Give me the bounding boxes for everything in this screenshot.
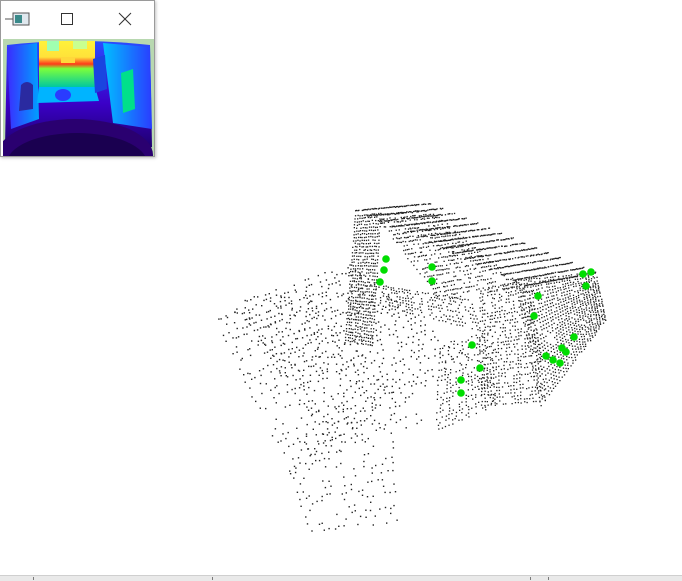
- floor-points: [218, 264, 468, 532]
- keypoint-marker: [542, 352, 550, 360]
- keypoint-marker: [530, 312, 538, 320]
- depth-image-window[interactable]: [0, 0, 155, 157]
- keypoint-marker: [476, 364, 484, 372]
- maximize-icon: [61, 13, 73, 25]
- keypoint-marker: [380, 266, 388, 274]
- keypoint-marker: [579, 270, 587, 278]
- keypoint-marker: [457, 376, 465, 384]
- point-cloud-viewer[interactable]: [0, 0, 682, 581]
- keypoint-marker: [382, 255, 390, 263]
- taskbar-edge: [0, 575, 682, 581]
- maximize-button[interactable]: [47, 1, 87, 37]
- keypoints: [376, 255, 595, 397]
- keypoint-marker: [457, 389, 465, 397]
- wall-points: [344, 203, 607, 430]
- close-button[interactable]: [105, 1, 145, 37]
- depth-image: [3, 39, 154, 156]
- keypoint-marker: [468, 341, 476, 349]
- window-titlebar[interactable]: [1, 1, 154, 37]
- keypoint-marker: [587, 268, 595, 276]
- keypoint-marker: [376, 278, 384, 286]
- keypoint-marker: [534, 292, 542, 300]
- keypoint-marker: [582, 282, 590, 290]
- keypoint-marker: [549, 356, 557, 364]
- keypoint-marker: [428, 263, 436, 271]
- app-icon[interactable]: [3, 1, 37, 37]
- keypoint-marker: [556, 359, 564, 367]
- close-icon: [118, 12, 132, 26]
- keypoint-marker: [570, 333, 578, 341]
- keypoint-marker: [562, 348, 570, 356]
- keypoint-marker: [428, 277, 436, 285]
